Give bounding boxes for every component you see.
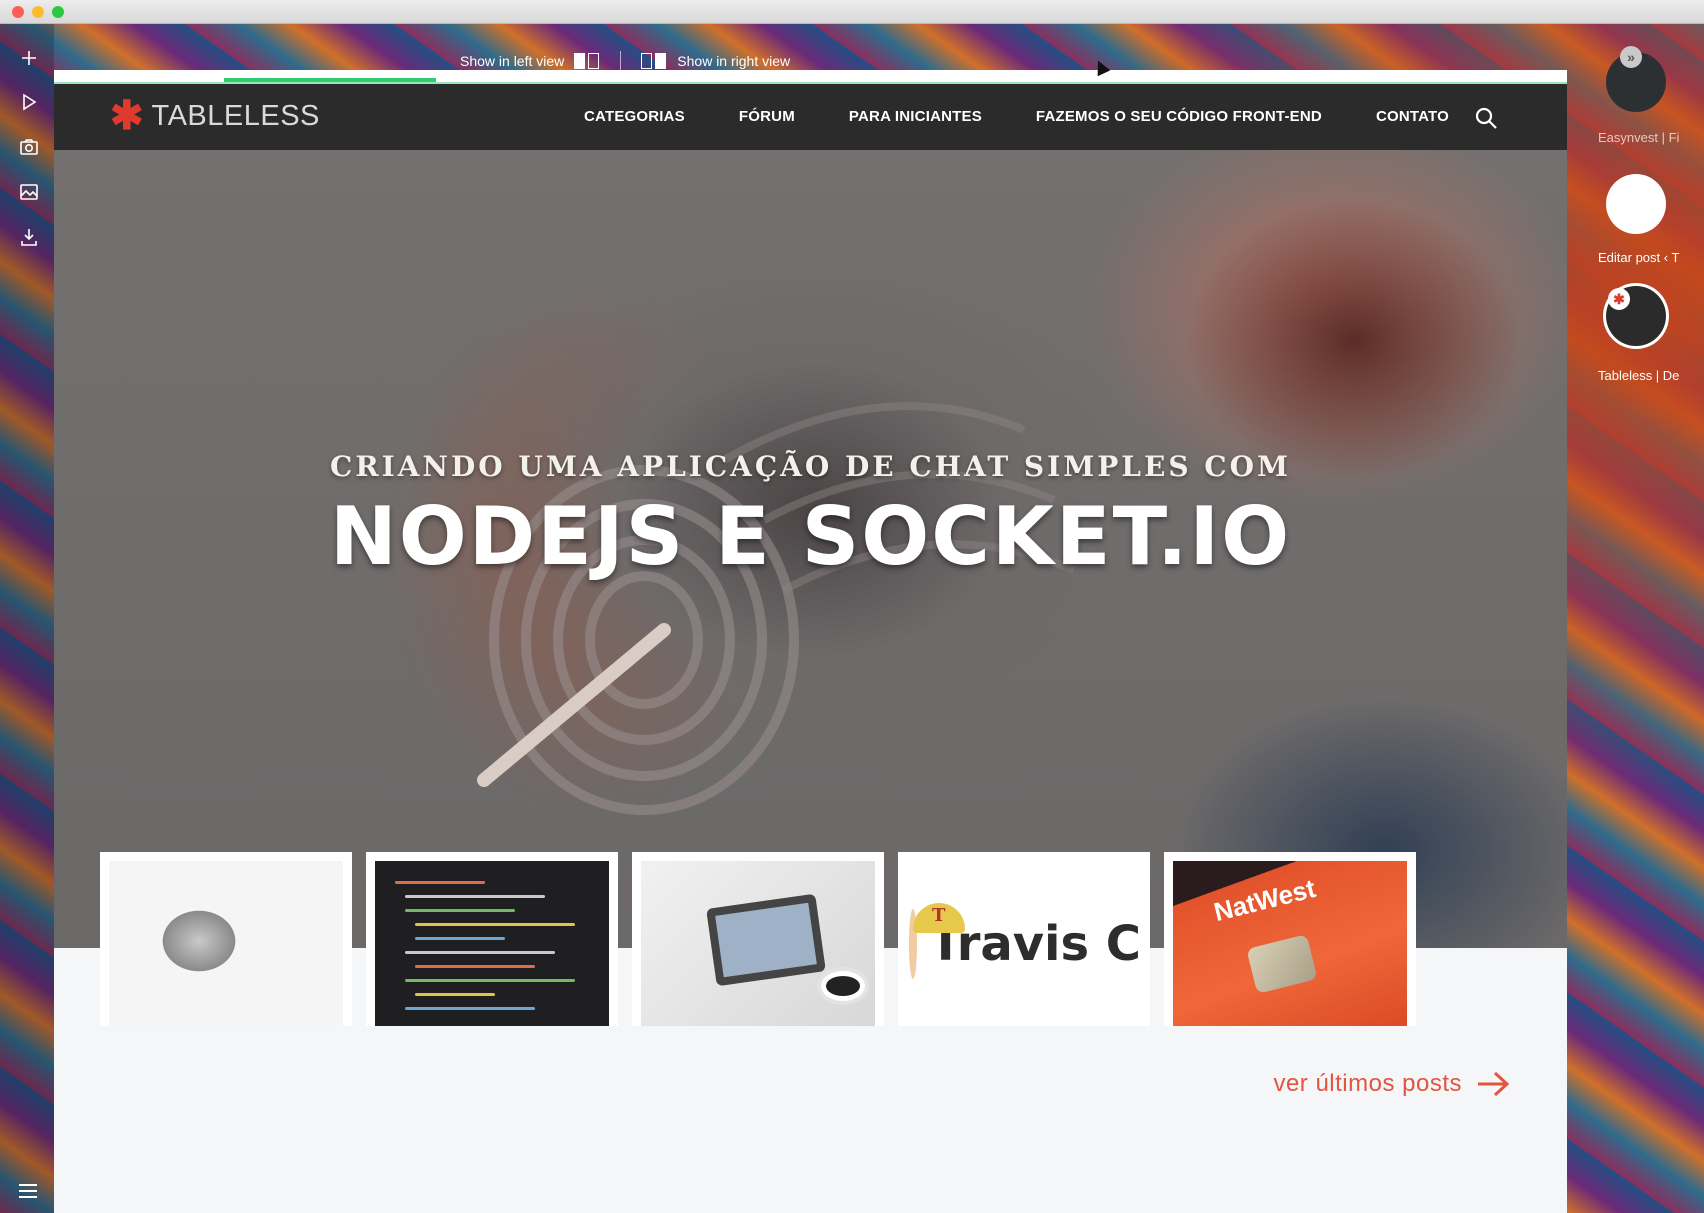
nav-contato[interactable]: CONTATO — [1376, 108, 1449, 125]
play-icon[interactable] — [15, 88, 43, 116]
main-nav: CATEGORIAS FÓRUM PARA INICIANTES FAZEMOS… — [584, 108, 1449, 125]
post-thumbnail[interactable]: Travis C — [898, 852, 1150, 1026]
zoom-window-button[interactable] — [52, 6, 64, 18]
show-in-left-view-label[interactable]: Show in left view — [460, 53, 564, 69]
search-icon[interactable] — [1474, 106, 1500, 132]
post-thumbnail[interactable]: NatWest — [1164, 852, 1416, 1026]
nav-forum[interactable]: FÓRUM — [739, 108, 795, 125]
thumbnail-tablet-image — [641, 861, 875, 1026]
post-thumbnail[interactable] — [100, 852, 352, 1026]
nav-fazemos-codigo[interactable]: FAZEMOS O SEU CÓDIGO FRONT-END — [1036, 108, 1322, 125]
thumbnail-bank-card-image: NatWest — [1173, 861, 1407, 1026]
logo-text: TABLELESS — [151, 99, 320, 132]
tablet-shape — [706, 893, 826, 987]
tab-preview-label: Easynvest | Fi — [1598, 130, 1680, 145]
post-thumbnail[interactable] — [366, 852, 618, 1026]
nav-para-iniciantes[interactable]: PARA INICIANTES — [849, 108, 982, 125]
left-toolbar — [0, 24, 54, 1213]
split-view-strip: Show in left view Show in right view — [460, 50, 790, 72]
minimize-window-button[interactable] — [32, 6, 44, 18]
tab-preview-editar-post[interactable] — [1606, 174, 1666, 234]
site-header: ✱ TABLELESS CATEGORIAS FÓRUM PARA INICIA… — [54, 84, 1567, 150]
window-titlebar — [0, 0, 1704, 24]
image-icon[interactable] — [15, 178, 43, 206]
thumbnail-tin-can-image — [109, 861, 343, 1026]
card-chip-shape — [1246, 934, 1318, 994]
thumbnail-code-image — [375, 861, 609, 1026]
page-progress-track — [54, 70, 1567, 84]
more-posts-label: ver últimos posts — [1273, 1070, 1462, 1097]
card-brand-text: NatWest — [1210, 872, 1319, 928]
split-separator — [620, 51, 622, 71]
main-viewport: ✱ TABLELESS CATEGORIAS FÓRUM PARA INICIA… — [54, 70, 1567, 1213]
tab-preview-label: Tableless | De — [1598, 368, 1680, 383]
logo-asterisk-icon: ✱ — [110, 94, 144, 138]
right-split-icon[interactable] — [641, 53, 667, 69]
forward-icon: » — [1620, 46, 1642, 68]
tableless-favicon-icon: ✱ — [1608, 288, 1630, 310]
nav-categorias[interactable]: CATEGORIAS — [584, 108, 685, 125]
hero-subtitle: CRIANDO UMA APLICAÇÃO DE CHAT SIMPLES CO… — [330, 450, 1291, 483]
travis-mascot-icon — [909, 902, 967, 979]
plus-icon[interactable] — [15, 44, 43, 72]
more-posts-link[interactable]: ver últimos posts — [1273, 1070, 1510, 1098]
hero-banner[interactable]: CRIANDO UMA APLICAÇÃO DE CHAT SIMPLES CO… — [54, 150, 1567, 948]
camera-icon[interactable] — [15, 133, 43, 161]
thumbnail-travis-ci-image: Travis C — [907, 861, 1141, 1026]
menu-icon[interactable] — [19, 1184, 37, 1198]
tab-preview-label: Editar post ‹ T — [1598, 250, 1680, 265]
coffee-cup-shape — [821, 971, 865, 1001]
tab-previews: » Easynvest | Fi Editar post ‹ T ✱ Table… — [1568, 24, 1704, 1213]
close-window-button[interactable] — [12, 6, 24, 18]
download-icon[interactable] — [15, 223, 43, 251]
show-in-right-view-label[interactable]: Show in right view — [677, 53, 790, 69]
page-progress-fill — [224, 78, 436, 82]
left-split-icon[interactable] — [574, 53, 600, 69]
arrow-right-icon — [1478, 1071, 1510, 1097]
post-thumbnails: Travis C NatWest — [100, 852, 1512, 1026]
post-thumbnail[interactable] — [632, 852, 884, 1026]
hero-title: NODEJS E SOCKET.IO — [329, 490, 1292, 583]
site-logo[interactable]: ✱ TABLELESS — [110, 94, 320, 138]
